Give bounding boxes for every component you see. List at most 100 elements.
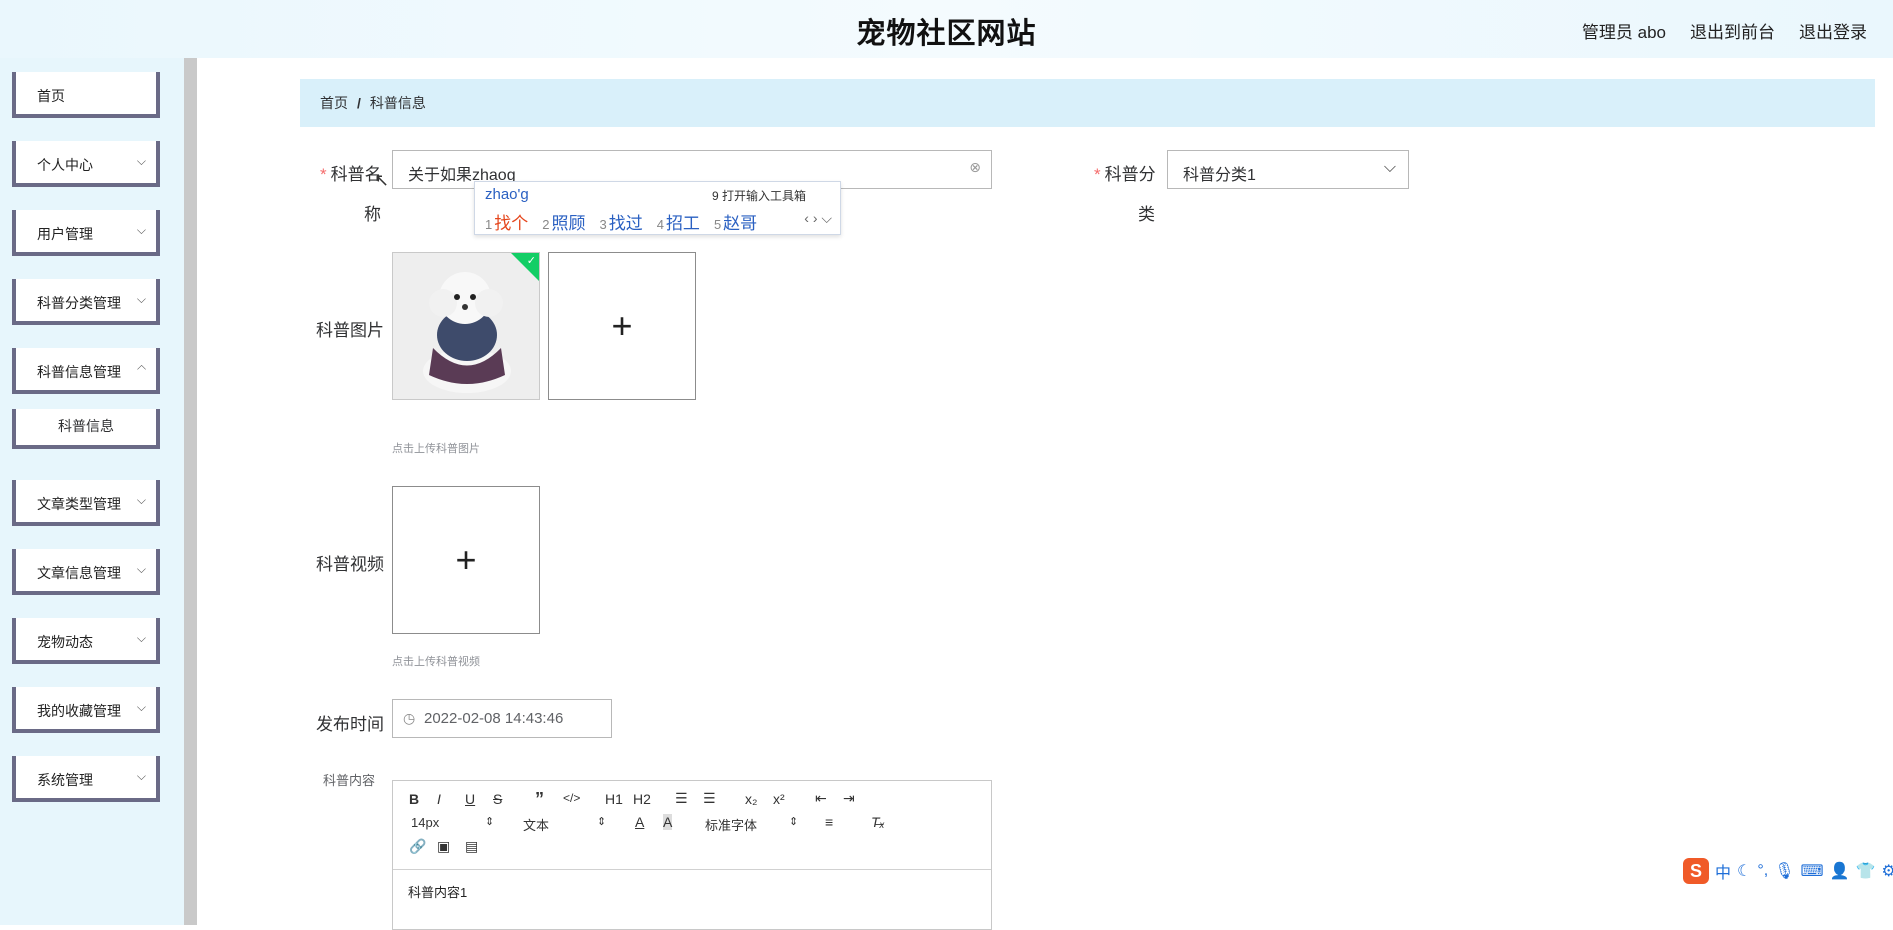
link-icon[interactable]: 🔗 — [409, 838, 426, 855]
uploaded-image-thumbnail[interactable]: ✓ — [392, 252, 540, 400]
video-upload-button[interactable]: + — [392, 486, 540, 634]
italic-icon[interactable]: I — [437, 791, 441, 807]
ime-candidates: 1 找个 2 照顾 3 找过 4 招工 5 赵哥 — [485, 209, 757, 234]
user-icon[interactable]: 👤 — [1830, 861, 1850, 881]
sidebar-scrollbar[interactable] — [184, 58, 197, 925]
bullet-list-icon[interactable]: ☰ — [703, 790, 716, 807]
rich-text-editor[interactable]: B I U S ” </> H1 H2 ☰ ☰ x₂ x² ⇤ ⇥ 14px ⇕… — [392, 780, 992, 930]
ime-candidate[interactable]: 5 赵哥 — [714, 209, 757, 234]
admin-user-label[interactable]: 管理员 abo — [1582, 18, 1666, 43]
sidebar-item-label: 个人中心 — [37, 157, 93, 173]
content-label: 科普内容 — [323, 773, 376, 788]
plus-icon: + — [455, 539, 477, 580]
sidebar-item-science-info-management[interactable]: 科普信息管理 ⌵ — [12, 348, 160, 394]
exit-to-front-link[interactable]: 退出到前台 — [1690, 18, 1775, 43]
heading1-icon[interactable]: H1 — [605, 791, 623, 807]
clear-icon[interactable]: ⊗ — [969, 159, 981, 176]
sidebar-item-label: 文章信息管理 — [37, 565, 121, 581]
strikethrough-icon[interactable]: S — [493, 791, 502, 807]
code-block-icon[interactable]: </> — [563, 791, 580, 805]
ime-candidate[interactable]: 4 招工 — [657, 209, 700, 234]
heading2-icon[interactable]: H2 — [633, 791, 651, 807]
chevron-down-icon: ⌵ — [1383, 159, 1396, 176]
mouse-cursor-icon: ↖ — [374, 170, 390, 190]
sidebar-item-user-management[interactable]: 用户管理 ⌵ — [12, 210, 160, 256]
sidebar-item-home[interactable]: 首页 — [12, 72, 160, 118]
logout-link[interactable]: 退出登录 — [1799, 18, 1867, 43]
sidebar-item-science-category[interactable]: 科普分类管理 ⌵ — [12, 279, 160, 325]
sidebar-subitem-science-info[interactable]: 科普信息 — [12, 409, 160, 449]
top-links: 管理员 abo 退出到前台 退出登录 — [1582, 18, 1867, 43]
image-icon[interactable]: ▣ — [437, 838, 450, 855]
category-select[interactable]: 科普分类1 ⌵ — [1167, 150, 1409, 189]
video-icon[interactable]: ▤ — [465, 838, 478, 855]
editor-toolbar: B I U S ” </> H1 H2 ☰ ☰ x₂ x² ⇤ ⇥ 14px ⇕… — [393, 781, 991, 870]
video-upload-hint: 点击上传科普视频 — [392, 656, 480, 668]
content-gutter — [197, 58, 282, 925]
bold-icon[interactable]: B — [409, 791, 419, 807]
image-upload-button[interactable]: + — [548, 252, 696, 400]
superscript-icon[interactable]: x² — [773, 791, 785, 807]
chinese-mode-icon[interactable]: 中 — [1715, 859, 1731, 883]
tools-icon[interactable]: ⚙ — [1881, 861, 1893, 881]
category-label-text: 科普分 — [1104, 165, 1156, 184]
paragraph-select[interactable]: 文本 — [523, 815, 549, 834]
video-label: 科普视频 — [316, 555, 384, 574]
category-label-wrap: 类 — [1138, 205, 1155, 224]
sidebar-item-personal-center[interactable]: 个人中心 ⌵ — [12, 141, 160, 187]
breadcrumb-home[interactable]: 首页 — [320, 95, 348, 111]
updown-icon: ⇕ — [597, 816, 607, 828]
sidebar-item-article-type[interactable]: 文章类型管理 ⌵ — [12, 480, 160, 526]
moon-icon[interactable]: ☾ — [1737, 861, 1751, 881]
required-mark: * — [1094, 165, 1101, 184]
breadcrumb-current: 科普信息 — [369, 95, 426, 111]
chevron-down-icon: ⌵ — [136, 769, 146, 783]
font-size-select[interactable]: 14px — [411, 815, 439, 830]
ime-toolbox-link[interactable]: 9 打开输入工具箱 — [712, 187, 806, 204]
breadcrumb-separator: / — [357, 95, 361, 111]
microphone-icon[interactable]: 🎙 — [1774, 861, 1794, 881]
font-family-select[interactable]: 标准字体 — [705, 815, 757, 834]
sidebar-item-article-info[interactable]: 文章信息管理 ⌵ — [12, 549, 160, 595]
keyboard-icon[interactable]: ⌨ — [1801, 861, 1824, 881]
outdent-icon[interactable]: ⇤ — [815, 790, 827, 807]
chevron-down-icon: ⌵ — [136, 562, 146, 576]
breadcrumb: 首页 / 科普信息 — [300, 79, 1875, 127]
sidebar-item-label: 用户管理 — [37, 226, 93, 242]
sidebar-item-label: 文章类型管理 — [37, 496, 121, 512]
chevron-down-icon: ⌵ — [136, 700, 146, 714]
sogou-logo-icon[interactable]: S — [1683, 858, 1709, 884]
ime-candidate[interactable]: 2 照顾 — [542, 209, 585, 234]
indent-icon[interactable]: ⇥ — [843, 790, 855, 807]
sidebar-item-system-management[interactable]: 系统管理 ⌵ — [12, 756, 160, 802]
updown-icon: ⇕ — [789, 816, 799, 828]
publish-time-value: 2022-02-08 14:43:46 — [424, 710, 564, 727]
sidebar-item-label: 首页 — [37, 88, 65, 104]
align-icon[interactable]: ≡ — [825, 814, 833, 830]
plus-icon: + — [611, 305, 633, 346]
chevron-down-icon: ⌵ — [136, 223, 146, 237]
sidebar-item-my-favorites[interactable]: 我的收藏管理 ⌵ — [12, 687, 160, 733]
ime-composition: zhao'g — [485, 186, 529, 203]
image-label: 科普图片 — [316, 321, 384, 340]
ime-candidate[interactable]: 1 找个 — [485, 209, 528, 234]
publish-time-picker[interactable]: ◷ 2022-02-08 14:43:46 — [392, 699, 612, 738]
ime-candidate[interactable]: 3 找过 — [599, 209, 642, 234]
ordered-list-icon[interactable]: ☰ — [675, 790, 688, 807]
shirt-icon[interactable]: 👕 — [1856, 861, 1876, 881]
sidebar-item-pet-dynamics[interactable]: 宠物动态 ⌵ — [12, 618, 160, 664]
ime-page-arrows-icon[interactable]: ‹ › ⌵ — [804, 210, 832, 227]
sidebar-item-label: 宠物动态 — [37, 634, 93, 650]
ime-candidate-window: zhao'g 9 打开输入工具箱 1 找个 2 照顾 3 找过 4 招工 5 赵哥 ‹ ›… — [474, 181, 841, 235]
font-color-icon[interactable]: A — [635, 814, 644, 830]
blockquote-icon[interactable]: ” — [535, 789, 544, 810]
check-icon: ✓ — [526, 255, 536, 267]
background-color-icon[interactable]: A — [663, 814, 673, 830]
sidebar-subitem-label: 科普信息 — [58, 418, 114, 434]
subscript-icon[interactable]: x₂ — [745, 791, 757, 807]
punctuation-icon[interactable]: °, — [1757, 862, 1768, 880]
chevron-down-icon: ⌵ — [136, 493, 146, 507]
underline-icon[interactable]: U — [465, 791, 475, 807]
clear-format-icon[interactable]: T̶ₓ — [871, 814, 885, 830]
editor-content[interactable]: 科普内容1 — [408, 882, 467, 901]
